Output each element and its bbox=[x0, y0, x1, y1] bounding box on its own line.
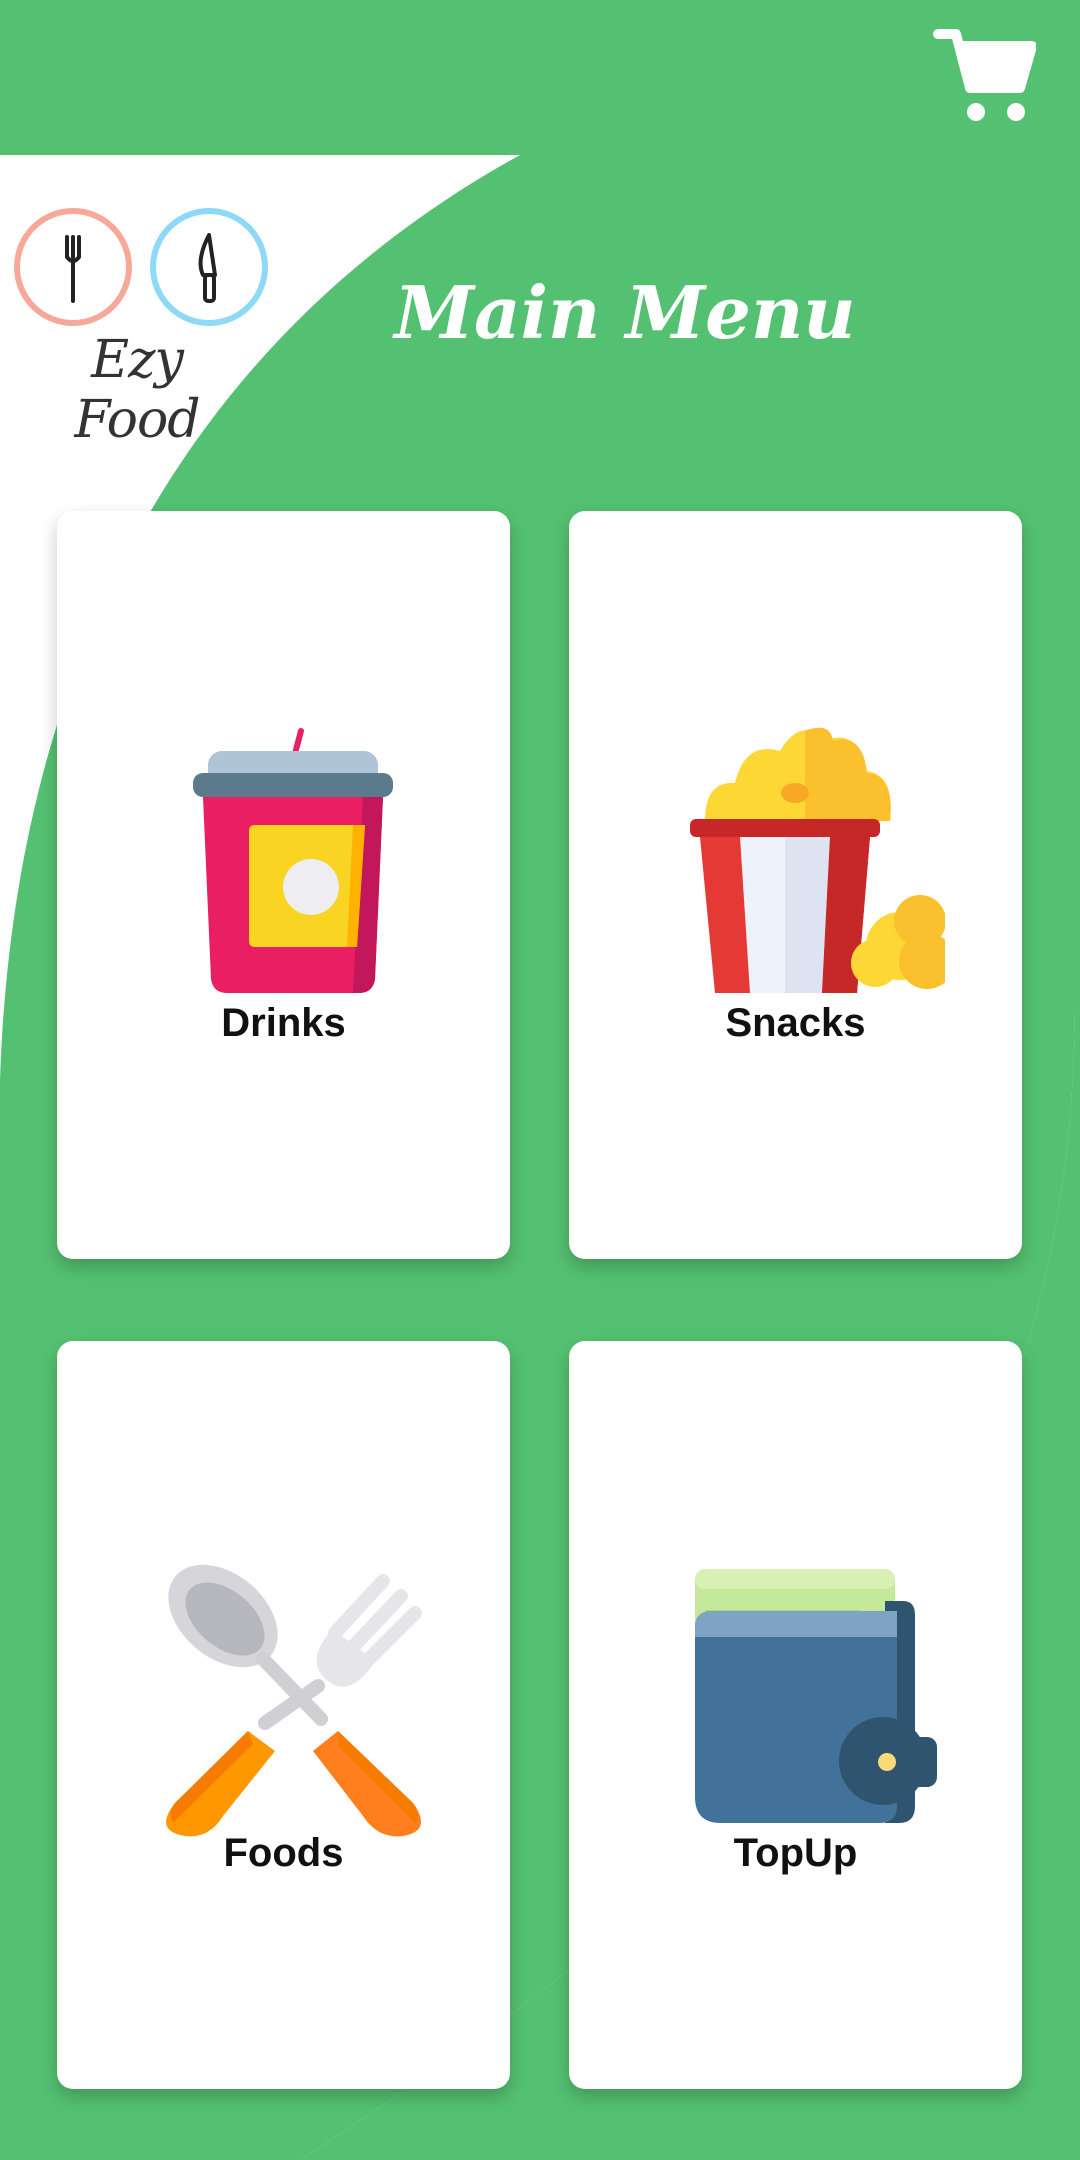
menu-card-label: Foods bbox=[223, 1831, 344, 1875]
fork-icon bbox=[14, 208, 132, 326]
menu-card-foods[interactable]: Foods bbox=[57, 1341, 510, 2089]
menu-card-snacks[interactable]: Snacks bbox=[569, 511, 1022, 1259]
spoon-fork-icon bbox=[166, 1564, 422, 1837]
menu-card-label: TopUp bbox=[733, 1831, 858, 1875]
menu-card-drinks[interactable]: Drinks bbox=[57, 511, 510, 1259]
menu-card-label: Snacks bbox=[725, 1001, 866, 1045]
wallet-icon bbox=[695, 1569, 937, 1823]
page-title: Main Menu bbox=[394, 270, 856, 355]
knife-icon bbox=[150, 208, 268, 326]
menu-card-label: Drinks bbox=[221, 1001, 346, 1045]
logo-text: Ezy Food bbox=[74, 330, 200, 450]
shopping-cart-icon bbox=[933, 29, 1037, 121]
cart-button[interactable] bbox=[932, 24, 1037, 128]
popcorn-icon bbox=[690, 727, 945, 993]
menu-card-topup[interactable]: TopUp bbox=[569, 1341, 1022, 2089]
drink-cup-icon bbox=[193, 728, 393, 993]
